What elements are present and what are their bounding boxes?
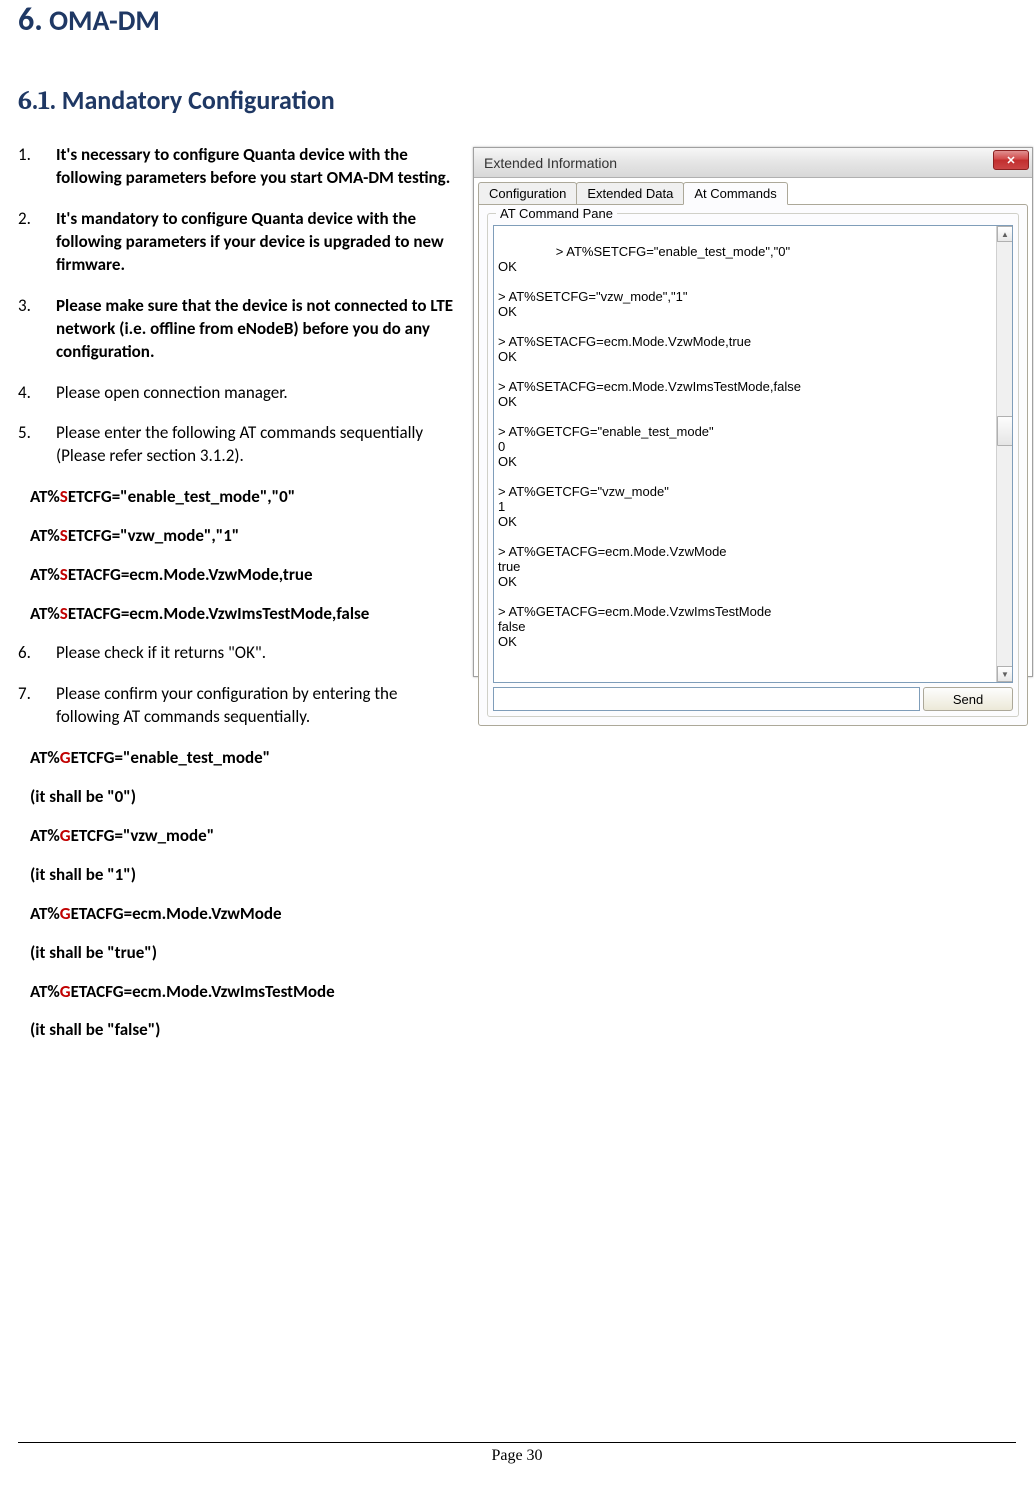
at-set-cmd-2: AT%SETCFG="vzw_mode","1" xyxy=(18,525,458,548)
tab-panel: AT Command Pane > AT%SETCFG="enable_test… xyxy=(478,204,1028,726)
at-get-result-1: (it shall be "0") xyxy=(18,786,458,809)
window-titlebar[interactable]: Extended Information ✕ xyxy=(474,148,1032,178)
at-get-result-4: (it shall be "false") xyxy=(18,1019,458,1042)
step-1: 1. It's necessary to configure Quanta de… xyxy=(18,144,458,190)
scroll-down-button[interactable]: ▼ xyxy=(997,666,1013,682)
send-button[interactable]: Send xyxy=(923,687,1013,711)
at-output-textarea[interactable]: > AT%SETCFG="enable_test_mode","0" OK > … xyxy=(493,225,1013,683)
chapter-title: OMA-DM xyxy=(49,3,160,38)
at-get-cmd-3: AT%GETACFG=ecm.Mode.VzwMode xyxy=(18,903,458,926)
step-5: 5. Please enter the following AT command… xyxy=(18,422,458,468)
step-3: 3. Please make sure that the device is n… xyxy=(18,295,458,364)
tab-at-commands[interactable]: At Commands xyxy=(683,182,787,205)
extended-information-window: Extended Information ✕ Configuration Ext… xyxy=(473,147,1033,677)
at-set-cmd-1: AT%SETCFG="enable_test_mode","0" xyxy=(18,486,458,509)
chapter-heading: 6. OMA-DM xyxy=(18,0,1016,39)
tab-configuration[interactable]: Configuration xyxy=(478,182,577,204)
page-footer: Page 30 xyxy=(18,1442,1016,1465)
at-get-cmd-1: AT%GETCFG="enable_test_mode" xyxy=(18,747,458,770)
step-6: 6. Please check if it returns "OK". xyxy=(18,642,458,665)
section-number: 6.1. xyxy=(18,86,56,116)
at-get-result-2: (it shall be "1") xyxy=(18,864,458,887)
step-4: 4. Please open connection manager. xyxy=(18,382,458,405)
chapter-number: 6. xyxy=(18,0,43,39)
tab-strip: Configuration Extended Data At Commands xyxy=(478,182,1028,204)
tab-extended-data[interactable]: Extended Data xyxy=(576,182,684,204)
at-get-cmd-4: AT%GETACFG=ecm.Mode.VzwImsTestMode xyxy=(18,981,458,1004)
at-get-result-3: (it shall be "true") xyxy=(18,942,458,965)
at-set-cmd-4: AT%SETACFG=ecm.Mode.VzwImsTestMode,false xyxy=(18,603,458,626)
section-title: Mandatory Configuration xyxy=(62,84,335,116)
close-button[interactable]: ✕ xyxy=(993,150,1029,170)
at-command-pane: AT Command Pane > AT%SETCFG="enable_test… xyxy=(487,213,1019,717)
instructions-column: 1. It's necessary to configure Quanta de… xyxy=(18,144,458,1058)
at-command-input[interactable] xyxy=(493,687,920,711)
step-2: 2. It's mandatory to configure Quanta de… xyxy=(18,208,458,277)
scroll-up-button[interactable]: ▲ xyxy=(997,226,1013,242)
section-heading: 6.1. Mandatory Configuration xyxy=(18,84,1016,116)
scroll-thumb[interactable] xyxy=(997,416,1013,446)
at-get-cmd-2: AT%GETCFG="vzw_mode" xyxy=(18,825,458,848)
vertical-scrollbar[interactable]: ▲ ▼ xyxy=(996,226,1012,682)
window-title: Extended Information xyxy=(484,155,617,171)
at-pane-label: AT Command Pane xyxy=(496,206,617,221)
close-icon: ✕ xyxy=(1006,154,1015,167)
step-7: 7. Please confirm your configuration by … xyxy=(18,683,458,729)
at-set-cmd-3: AT%SETACFG=ecm.Mode.VzwMode,true xyxy=(18,564,458,587)
